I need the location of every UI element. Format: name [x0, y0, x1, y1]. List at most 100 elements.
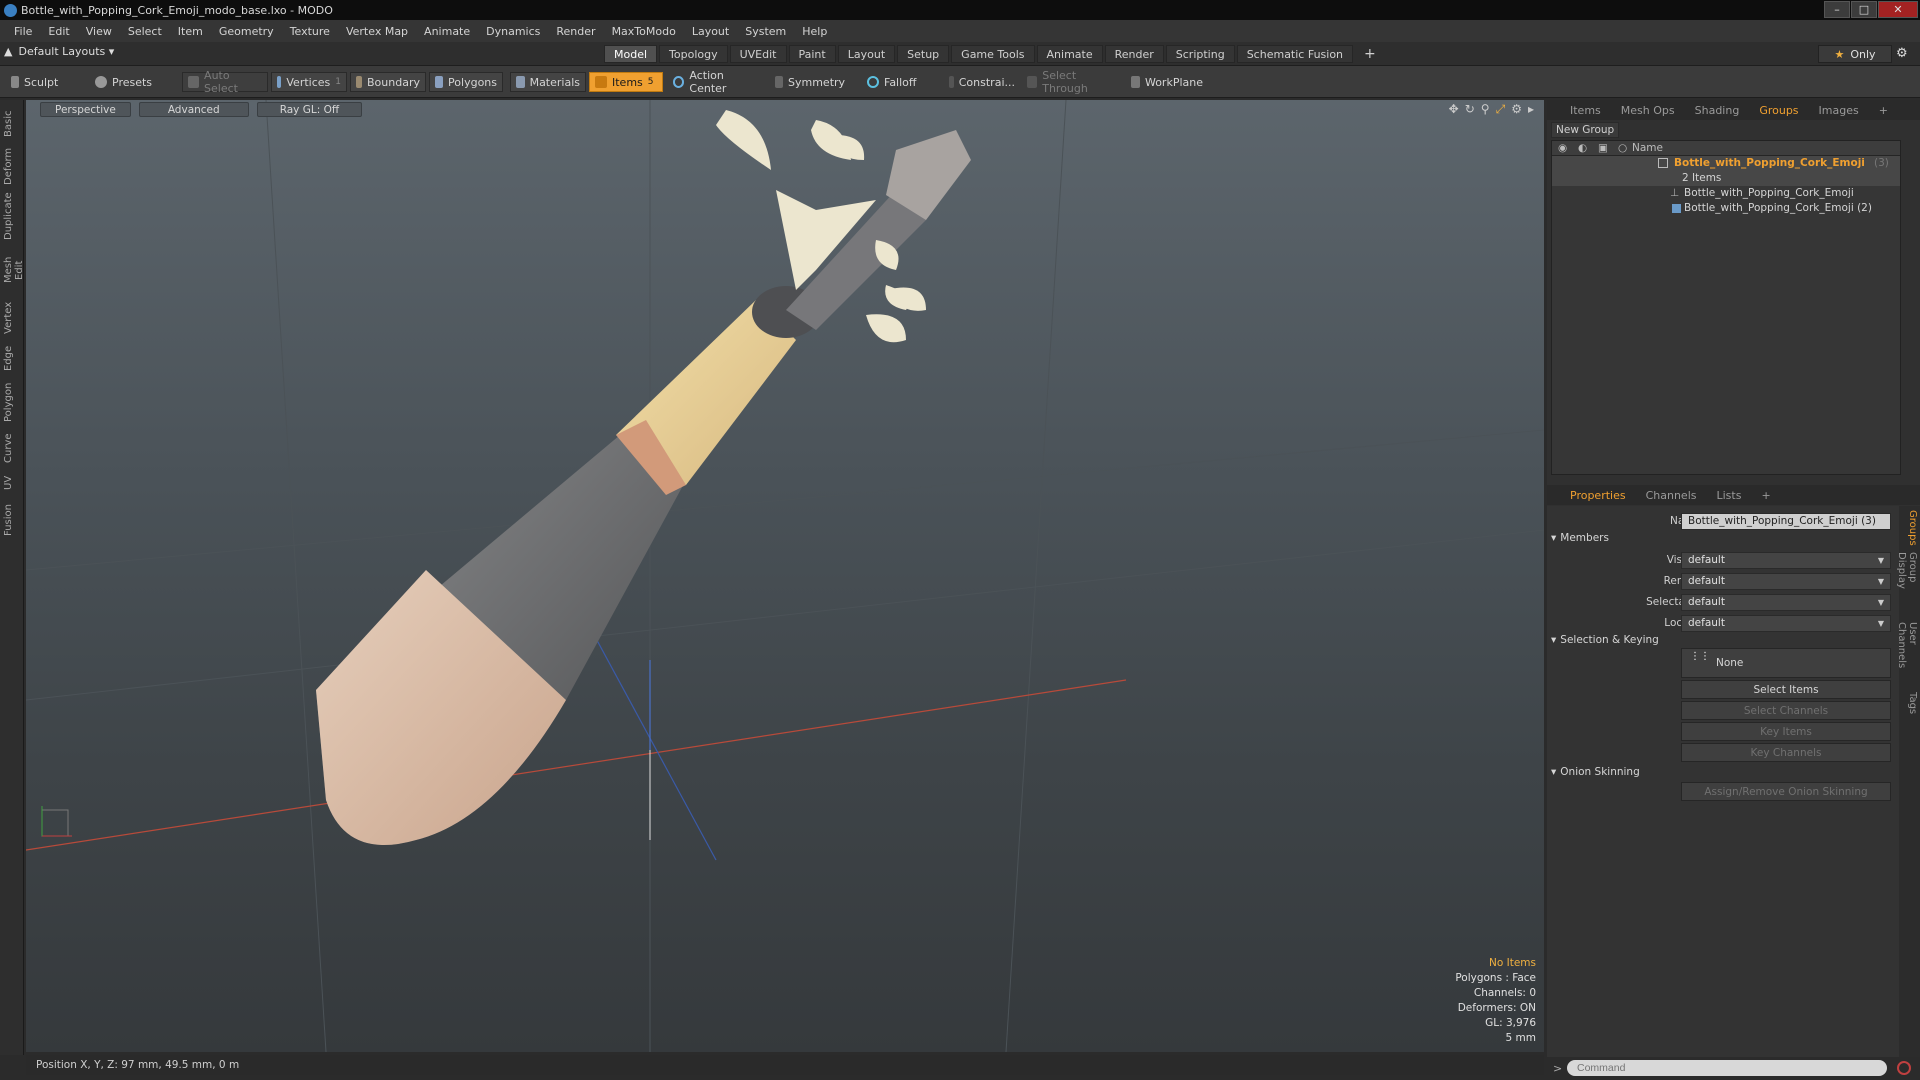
tab-scripting[interactable]: Scripting [1165, 45, 1235, 63]
key-channels-button[interactable]: Key Channels [1681, 743, 1891, 762]
rotate-icon[interactable]: ↻ [1465, 102, 1475, 117]
left-tab-uv[interactable]: UV [3, 472, 21, 494]
vertices-button[interactable]: Vertices 1 [271, 72, 347, 92]
advanced-shading-selector[interactable]: Advanced [138, 102, 249, 117]
menu-help[interactable]: Help [794, 25, 835, 38]
bottle-model[interactable] [316, 130, 971, 845]
menu-select[interactable]: Select [120, 25, 170, 38]
tab-images[interactable]: Images [1810, 101, 1868, 119]
menu-geometry[interactable]: Geometry [211, 25, 282, 38]
tab-uvedit[interactable]: UVEdit [729, 45, 787, 63]
presets-button[interactable]: Presets [90, 72, 170, 92]
members-section[interactable]: ▾ Members [1551, 532, 1609, 544]
maximize-button[interactable]: □ [1851, 1, 1877, 18]
viewport-expand-icon[interactable]: ▸ [1528, 102, 1534, 117]
close-button[interactable]: ✕ [1878, 1, 1918, 18]
auto-select-button[interactable]: Auto Select [182, 69, 268, 95]
tree-child-row[interactable]: ⊥ Bottle_with_Popping_Cork_Emoji [1552, 186, 1900, 201]
falloff-button[interactable]: Falloff [862, 72, 942, 92]
select-channels-button[interactable]: Select Channels [1681, 701, 1891, 720]
left-tab-fusion[interactable]: Fusion [3, 500, 21, 540]
menu-dynamics[interactable]: Dynamics [478, 25, 548, 38]
tab-properties[interactable]: Properties [1561, 486, 1635, 504]
group-name-field[interactable]: Bottle_with_Popping_Cork_Emoji (3) [1681, 512, 1891, 530]
view-mode-selector[interactable]: Perspective [40, 102, 131, 117]
tab-render[interactable]: Render [1104, 45, 1164, 63]
side-tab-tags[interactable]: Tags [1902, 692, 1918, 718]
tab-model[interactable]: Model [604, 45, 658, 63]
left-tab-vertex[interactable]: Vertex [3, 300, 21, 336]
tab-game-tools[interactable]: Game Tools [951, 45, 1035, 63]
viewport-settings-icon[interactable]: ⚙ [1511, 102, 1522, 117]
side-tab-user-channels[interactable]: User Channels [1896, 622, 1918, 686]
polygons-button[interactable]: Polygons [429, 72, 503, 92]
tab-layout[interactable]: Layout [837, 45, 896, 63]
menu-maxtomodo[interactable]: MaxToModo [604, 25, 684, 38]
select-items-button[interactable]: Select Items [1681, 680, 1891, 699]
constrain-button[interactable]: Constrai... [944, 72, 1020, 92]
tree-child-row[interactable]: Bottle_with_Popping_Cork_Emoji (2) [1552, 201, 1900, 216]
tab-mesh-ops[interactable]: Mesh Ops [1612, 101, 1684, 119]
menu-vertex-map[interactable]: Vertex Map [338, 25, 416, 38]
action-center-button[interactable]: Action Center [668, 69, 764, 95]
gear-icon[interactable]: ⚙ [1896, 46, 1908, 61]
items-button[interactable]: Items 5 [589, 72, 663, 92]
tab-animate[interactable]: Animate [1036, 45, 1103, 63]
left-tab-mesh-edit[interactable]: Mesh Edit [3, 246, 25, 294]
selection-none-button[interactable]: ⋮⋮ None [1681, 648, 1891, 678]
menu-layout[interactable]: Layout [684, 25, 737, 38]
left-tab-basic[interactable]: Basic [3, 106, 21, 142]
tab-paint[interactable]: Paint [788, 45, 836, 63]
render-dropdown[interactable]: default ▼ [1681, 572, 1891, 590]
symmetry-button[interactable]: Symmetry [770, 72, 856, 92]
side-tab-group-display[interactable]: Group Display [1896, 552, 1918, 616]
selection-keying-section[interactable]: ▾ Selection & Keying [1551, 634, 1659, 646]
tab-lists[interactable]: Lists [1708, 486, 1751, 504]
onion-skinning-section[interactable]: ▾ Onion Skinning [1551, 766, 1640, 778]
tab-shading[interactable]: Shading [1686, 101, 1749, 119]
locked-dropdown[interactable]: default ▼ [1681, 614, 1891, 632]
boundary-button[interactable]: Boundary [350, 72, 426, 92]
add-property-tab-button[interactable]: + [1752, 486, 1779, 504]
only-button[interactable]: ★ Only [1818, 45, 1892, 63]
add-panel-tab-button[interactable]: + [1870, 101, 1897, 119]
command-input[interactable] [1567, 1060, 1887, 1076]
menu-render[interactable]: Render [548, 25, 603, 38]
select-through-button[interactable]: Select Through [1022, 69, 1118, 95]
sculpt-button[interactable]: Sculpt [6, 72, 86, 92]
key-items-button[interactable]: Key Items [1681, 722, 1891, 741]
left-tab-edge[interactable]: Edge [3, 342, 21, 374]
menu-texture[interactable]: Texture [282, 25, 338, 38]
materials-button[interactable]: Materials [510, 72, 586, 92]
menu-system[interactable]: System [737, 25, 794, 38]
tab-channels[interactable]: Channels [1637, 486, 1706, 504]
tab-groups[interactable]: Groups [1750, 101, 1807, 119]
workplane-button[interactable]: WorkPlane [1126, 72, 1208, 92]
3d-viewport[interactable]: Perspective Advanced Ray GL: Off ✥ ↻ ⚲ ⤢… [26, 100, 1544, 1052]
group-row[interactable]: Bottle_with_Popping_Cork_Emoji (3) [1552, 156, 1900, 171]
side-tab-groups[interactable]: Groups [1902, 510, 1918, 546]
raygl-selector[interactable]: Ray GL: Off [256, 102, 363, 117]
left-tab-polygon[interactable]: Polygon [3, 380, 21, 424]
minimize-button[interactable]: – [1824, 1, 1850, 18]
pan-icon[interactable]: ✥ [1449, 102, 1459, 117]
visible-dropdown[interactable]: default ▼ [1681, 551, 1891, 569]
menu-animate[interactable]: Animate [416, 25, 478, 38]
zoom-icon[interactable]: ⚲ [1481, 102, 1490, 117]
menu-edit[interactable]: Edit [40, 25, 77, 38]
left-tab-duplicate[interactable]: Duplicate [3, 192, 21, 240]
left-tab-curve[interactable]: Curve [3, 430, 21, 466]
tab-setup[interactable]: Setup [897, 45, 950, 63]
command-clear-icon[interactable] [1897, 1061, 1911, 1075]
tab-schematic-fusion[interactable]: Schematic Fusion [1236, 45, 1354, 63]
layout-selector[interactable]: Default Layouts ▾ [18, 45, 114, 58]
tab-topology[interactable]: Topology [659, 45, 728, 63]
menu-item[interactable]: Item [170, 25, 211, 38]
new-group-button[interactable]: New Group [1551, 122, 1620, 138]
left-tab-deform[interactable]: Deform [3, 146, 21, 186]
menu-view[interactable]: View [78, 25, 120, 38]
tab-items[interactable]: Items [1561, 101, 1610, 119]
menu-file[interactable]: File [6, 25, 40, 38]
layout-arrow-icon[interactable]: ▲ [4, 45, 12, 58]
fit-icon[interactable]: ⤢ [1496, 102, 1506, 117]
